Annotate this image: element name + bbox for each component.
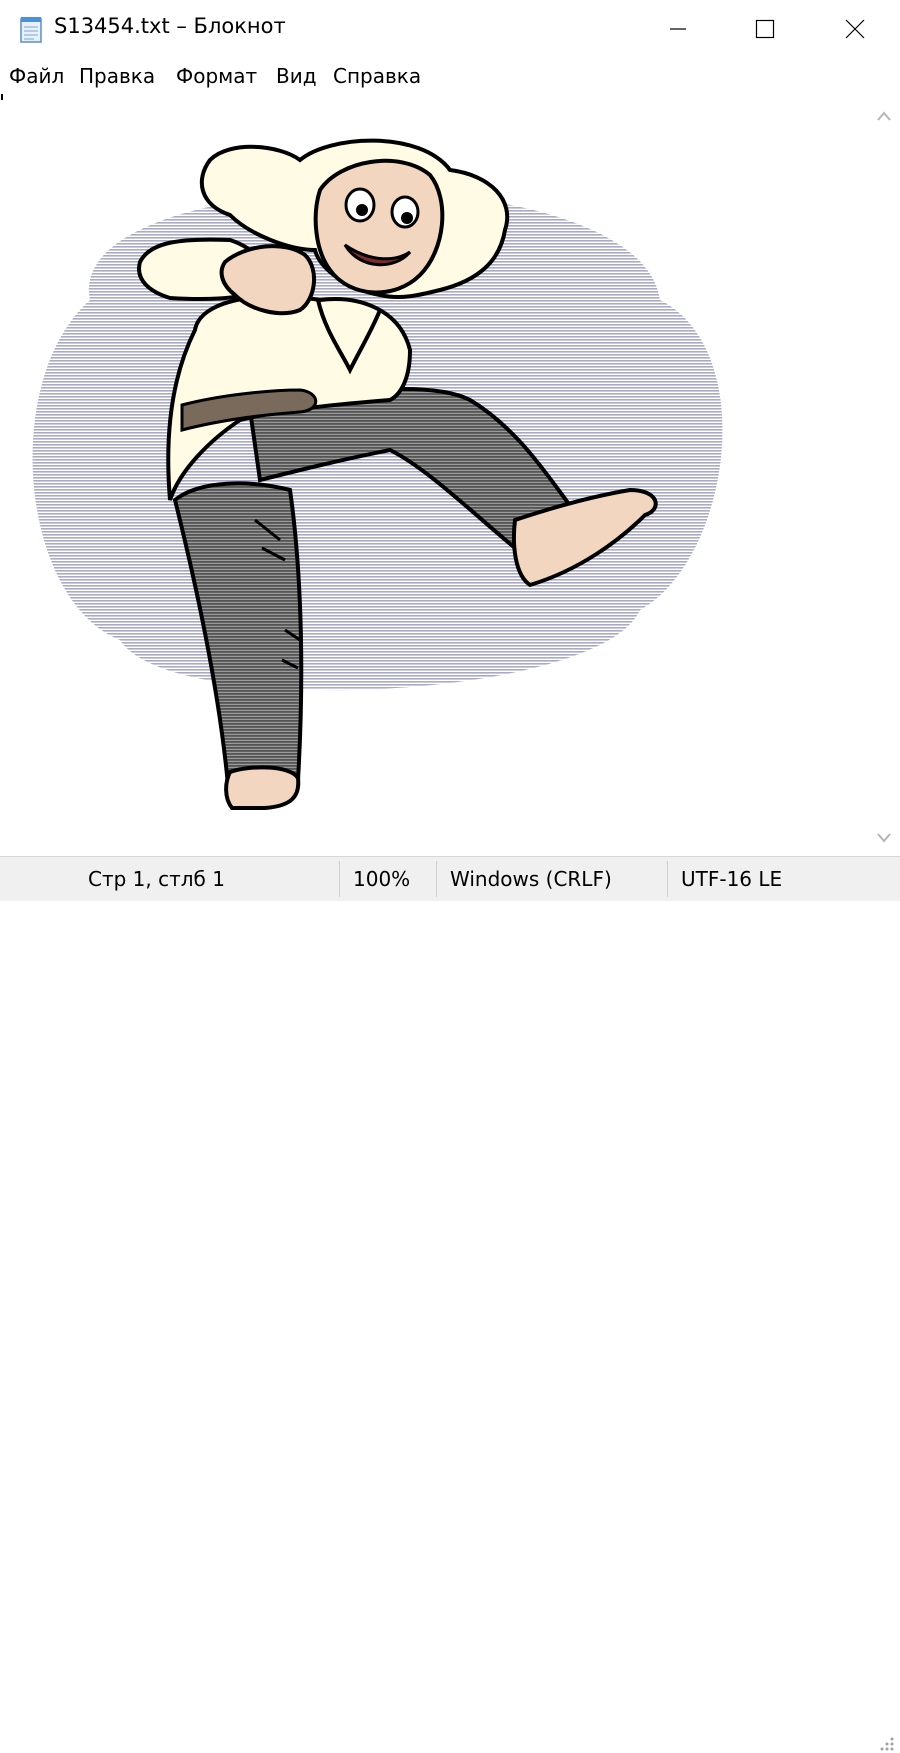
text-editor-area[interactable] — [0, 94, 868, 856]
close-button[interactable] — [810, 0, 900, 58]
status-bar: Стр 1, стлб 1 100% Windows (CRLF) UTF-16… — [0, 856, 900, 1751]
line-endings: Windows (CRLF) — [450, 867, 612, 891]
text-caret — [1, 94, 3, 100]
status-divider — [436, 861, 437, 897]
menu-format[interactable]: Формат — [176, 64, 257, 88]
menu-file[interactable]: Файл — [9, 64, 64, 88]
vertical-scrollbar[interactable] — [868, 94, 900, 856]
chevron-down-icon — [877, 833, 891, 843]
scroll-up-button[interactable] — [868, 100, 900, 132]
standing-foot — [224, 765, 301, 810]
resize-grip-icon[interactable] — [876, 1733, 896, 1753]
minimize-icon — [670, 28, 686, 30]
menu-view[interactable]: Вид — [276, 64, 317, 88]
notepad-icon — [20, 17, 42, 43]
status-divider — [667, 861, 668, 897]
encoding: UTF-16 LE — [681, 867, 783, 891]
zoom-level: 100% — [353, 867, 411, 891]
menu-edit[interactable]: Правка — [79, 64, 155, 88]
cursor-position: Стр 1, стлб 1 — [88, 867, 225, 891]
ascii-art-karate-girl — [32, 138, 723, 810]
menu-bar: Файл Правка Формат Вид Справка — [0, 60, 900, 94]
maximize-icon — [755, 19, 775, 39]
status-divider — [339, 861, 340, 897]
minimize-button[interactable] — [633, 0, 723, 58]
face — [313, 158, 445, 295]
menu-help[interactable]: Справка — [333, 64, 421, 88]
chevron-up-icon — [877, 111, 891, 121]
maximize-button[interactable] — [720, 0, 810, 58]
scroll-down-button[interactable] — [868, 822, 900, 854]
window-title: S13454.txt – Блокнот — [54, 14, 286, 38]
close-icon — [845, 19, 865, 39]
title-bar[interactable]: S13454.txt – Блокнот — [0, 0, 900, 58]
